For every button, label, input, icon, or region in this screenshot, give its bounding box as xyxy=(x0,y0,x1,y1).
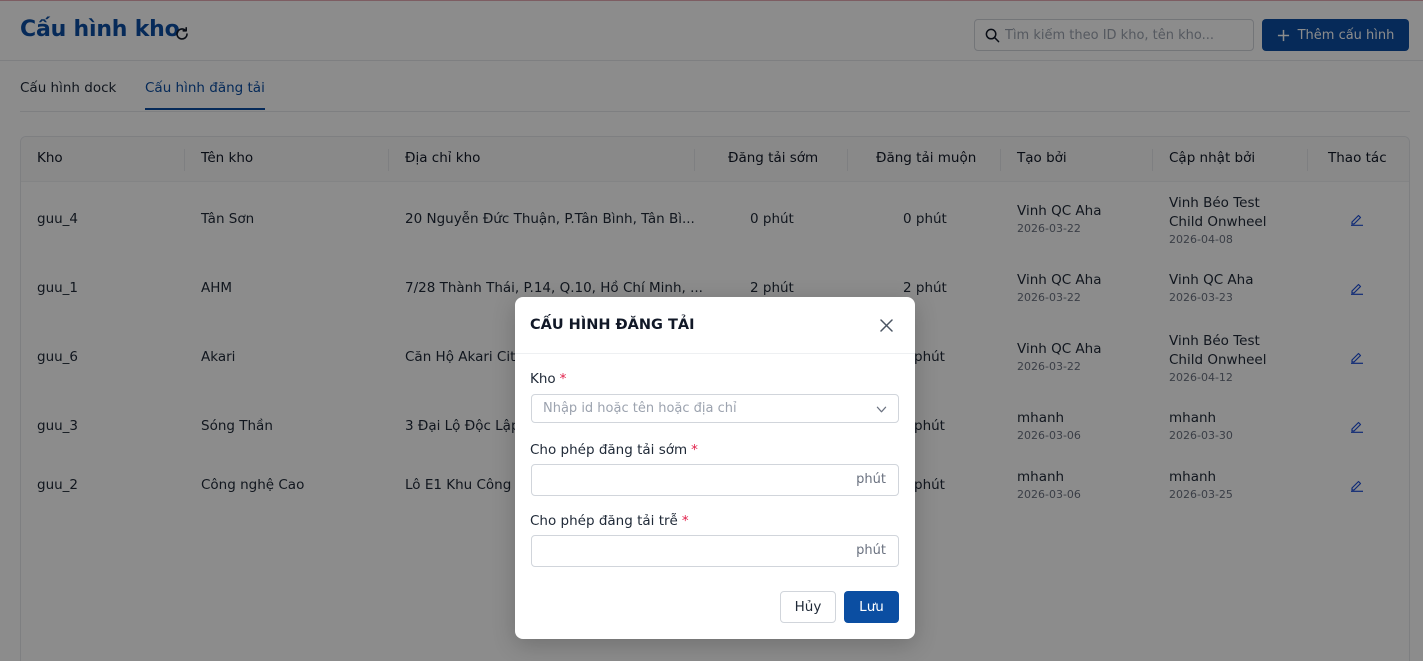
late-upload-label-text: Cho phép đăng tải trễ xyxy=(530,513,678,529)
kho-label-text: Kho xyxy=(530,371,556,387)
kho-select[interactable]: Nhập id hoặc tên hoặc địa chỉ xyxy=(531,394,899,423)
upload-config-modal: CẤU HÌNH ĐĂNG TẢI Kho * Nhập id hoặc tên … xyxy=(515,297,915,639)
cancel-button[interactable]: Hủy xyxy=(780,591,836,623)
modal-title: CẤU HÌNH ĐĂNG TẢI xyxy=(530,317,695,333)
late-upload-field-label: Cho phép đăng tải trễ * xyxy=(530,513,689,529)
required-mark: * xyxy=(691,442,698,458)
late-upload-unit: phút xyxy=(856,543,886,558)
early-upload-input[interactable] xyxy=(540,465,840,495)
modal-header: CẤU HÌNH ĐĂNG TẢI xyxy=(515,297,915,354)
chevron-down-icon xyxy=(876,406,887,413)
required-mark: * xyxy=(681,513,689,529)
late-upload-input[interactable] xyxy=(540,536,840,566)
close-icon[interactable] xyxy=(879,318,894,333)
early-upload-field-label: Cho phép đăng tải sớm * xyxy=(530,442,698,458)
required-mark: * xyxy=(559,371,567,387)
early-upload-field[interactable]: phút xyxy=(531,464,899,496)
early-upload-label-text: Cho phép đăng tải sớm xyxy=(530,442,688,458)
save-button[interactable]: Lưu xyxy=(844,591,899,623)
late-upload-field[interactable]: phút xyxy=(531,535,899,567)
kho-select-placeholder: Nhập id hoặc tên hoặc địa chỉ xyxy=(543,401,737,416)
kho-field-label: Kho * xyxy=(530,371,566,387)
early-upload-unit: phút xyxy=(856,472,886,487)
